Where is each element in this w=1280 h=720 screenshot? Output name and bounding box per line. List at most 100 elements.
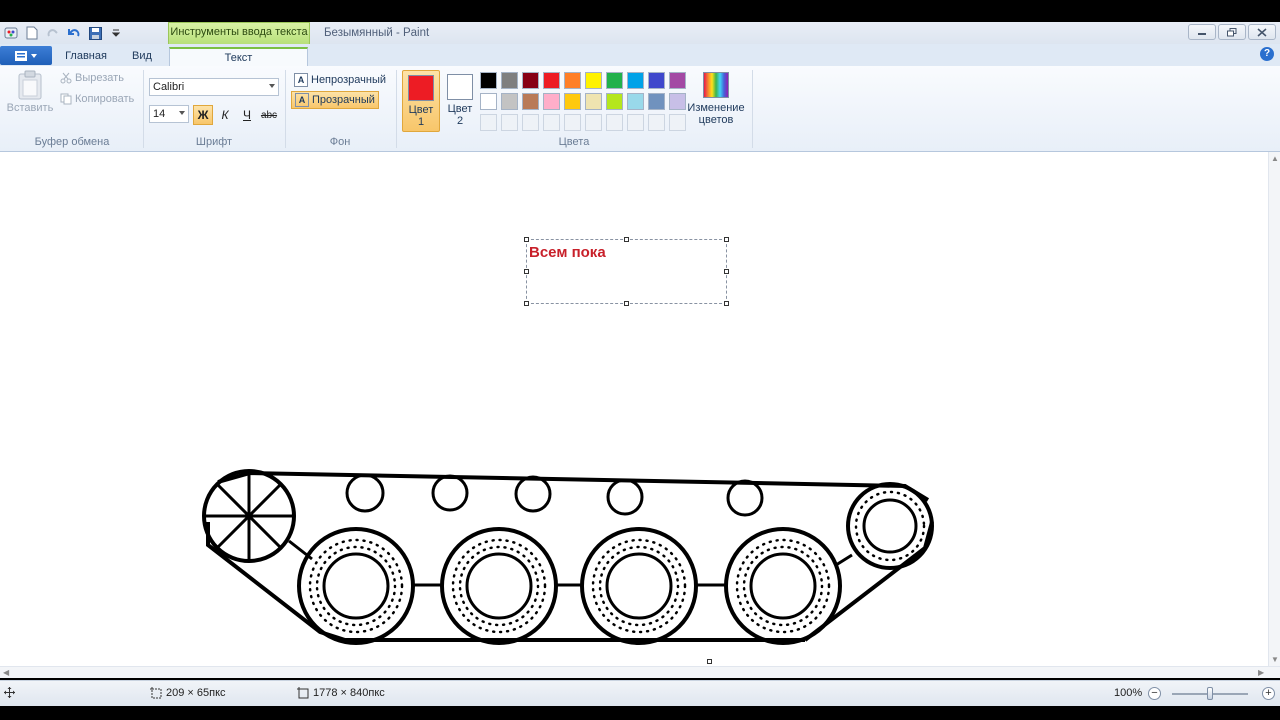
custom-color-slot[interactable]: [543, 114, 560, 131]
custom-color-slot[interactable]: [564, 114, 581, 131]
restore-button[interactable]: [1218, 24, 1246, 40]
color2-button[interactable]: Цвет 2: [444, 70, 476, 132]
palette-swatch[interactable]: [543, 93, 560, 110]
custom-color-slot[interactable]: [648, 114, 665, 131]
palette-swatch[interactable]: [522, 93, 539, 110]
save-icon[interactable]: [86, 24, 104, 42]
opaque-button[interactable]: A Непрозрачный: [291, 71, 389, 89]
canvas-resize-handle[interactable]: [707, 659, 712, 664]
resize-handle[interactable]: [724, 237, 729, 242]
paint-app-icon[interactable]: [2, 24, 20, 42]
opaque-label: Непрозрачный: [311, 74, 387, 86]
window-title: Безымянный - Paint: [324, 27, 430, 39]
customize-toolbar-icon[interactable]: [107, 24, 125, 42]
palette-swatch[interactable]: [627, 72, 644, 89]
palette-swatch[interactable]: [522, 72, 539, 89]
font-size-select[interactable]: 14: [149, 105, 189, 123]
redo-icon[interactable]: [44, 24, 62, 42]
palette-swatch[interactable]: [648, 93, 665, 110]
bold-button[interactable]: Ж: [193, 105, 213, 125]
edit-colors-button[interactable]: Изменение цветов: [686, 70, 746, 126]
tab-text[interactable]: Текст: [169, 47, 308, 66]
resize-handle[interactable]: [524, 237, 529, 242]
resize-handle[interactable]: [724, 269, 729, 274]
zoom-in-button[interactable]: +: [1262, 687, 1275, 700]
resize-handle[interactable]: [524, 269, 529, 274]
group-label-clipboard: Буфер обмена: [34, 136, 110, 148]
custom-color-slot[interactable]: [480, 114, 497, 131]
cut-button[interactable]: Вырезать: [60, 72, 124, 84]
custom-color-slot[interactable]: [522, 114, 539, 131]
custom-color-slot[interactable]: [501, 114, 518, 131]
zoom-slider-thumb[interactable]: [1207, 687, 1213, 700]
palette-swatch[interactable]: [627, 93, 644, 110]
copy-button[interactable]: Копировать: [60, 93, 134, 105]
canvas-text[interactable]: Всем пока: [529, 244, 606, 261]
palette-swatch[interactable]: [669, 93, 686, 110]
palette-swatch[interactable]: [480, 93, 497, 110]
strikethrough-button[interactable]: abc: [259, 105, 279, 125]
color1-button[interactable]: Цвет 1: [402, 70, 440, 132]
resize-handle[interactable]: [624, 237, 629, 242]
new-file-icon[interactable]: [23, 24, 41, 42]
palette-swatch[interactable]: [669, 72, 686, 89]
close-button[interactable]: [1248, 24, 1276, 40]
palette-swatch[interactable]: [501, 93, 518, 110]
file-menu-button[interactable]: [0, 46, 52, 65]
resize-handle[interactable]: [724, 301, 729, 306]
palette-swatch[interactable]: [543, 72, 560, 89]
transparent-label: Прозрачный: [312, 94, 375, 106]
help-icon[interactable]: ?: [1260, 47, 1274, 61]
group-divider: [396, 70, 397, 148]
horizontal-scrollbar[interactable]: ◀ ▶: [0, 666, 1280, 678]
scroll-right-icon[interactable]: ▶: [1258, 668, 1264, 677]
color2-number: 2: [456, 115, 464, 127]
paste-button[interactable]: Вставить: [6, 70, 54, 114]
zoom-level: 100%: [1114, 687, 1143, 699]
color1-swatch: [408, 75, 434, 101]
selection-icon: [150, 687, 162, 699]
custom-color-slot[interactable]: [606, 114, 623, 131]
scroll-up-icon[interactable]: ▲: [1271, 154, 1279, 163]
palette-swatch[interactable]: [501, 72, 518, 89]
palette-swatch[interactable]: [606, 72, 623, 89]
tab-home[interactable]: Главная: [58, 47, 114, 66]
custom-color-slot[interactable]: [585, 114, 602, 131]
italic-button[interactable]: К: [215, 105, 235, 125]
letterbox-top: [0, 0, 1280, 22]
undo-icon[interactable]: [65, 24, 83, 42]
palette-swatch[interactable]: [606, 93, 623, 110]
chevron-down-icon: [179, 111, 185, 115]
scroll-down-icon[interactable]: ▼: [1271, 655, 1279, 664]
ribbon-tab-row: Главная Вид Текст ?: [0, 44, 1280, 66]
resize-handle[interactable]: [524, 301, 529, 306]
group-label-colors: Цвета: [558, 136, 590, 148]
palette-swatch[interactable]: [585, 72, 602, 89]
palette-swatch[interactable]: [564, 72, 581, 89]
cut-label: Вырезать: [75, 72, 124, 84]
resize-handle[interactable]: [624, 301, 629, 306]
color1-number: 1: [417, 116, 425, 128]
tab-view[interactable]: Вид: [122, 47, 162, 66]
quick-access-toolbar: [2, 24, 125, 42]
font-family-select[interactable]: Calibri: [149, 78, 279, 96]
text-input-box[interactable]: Всем пока: [524, 237, 729, 306]
canvas-area[interactable]: [0, 152, 1280, 668]
underline-button[interactable]: Ч: [237, 105, 257, 125]
transparent-button[interactable]: A Прозрачный: [291, 91, 379, 109]
palette-swatch[interactable]: [585, 93, 602, 110]
color2-label: Цвет: [447, 103, 473, 115]
vertical-scrollbar[interactable]: ▲ ▼: [1268, 152, 1280, 666]
image-size-value: 1778 × 840пкс: [313, 687, 385, 699]
scroll-left-icon[interactable]: ◀: [3, 668, 9, 677]
minimize-button[interactable]: [1188, 24, 1216, 40]
group-divider: [752, 70, 753, 148]
custom-color-slot[interactable]: [627, 114, 644, 131]
palette-swatch[interactable]: [648, 72, 665, 89]
palette-swatch[interactable]: [564, 93, 581, 110]
zoom-out-button[interactable]: −: [1148, 687, 1161, 700]
palette-swatch[interactable]: [480, 72, 497, 89]
context-tab-text-tools: Инструменты ввода текста: [168, 22, 310, 44]
group-label-font: Шрифт: [195, 136, 233, 148]
custom-color-slot[interactable]: [669, 114, 686, 131]
